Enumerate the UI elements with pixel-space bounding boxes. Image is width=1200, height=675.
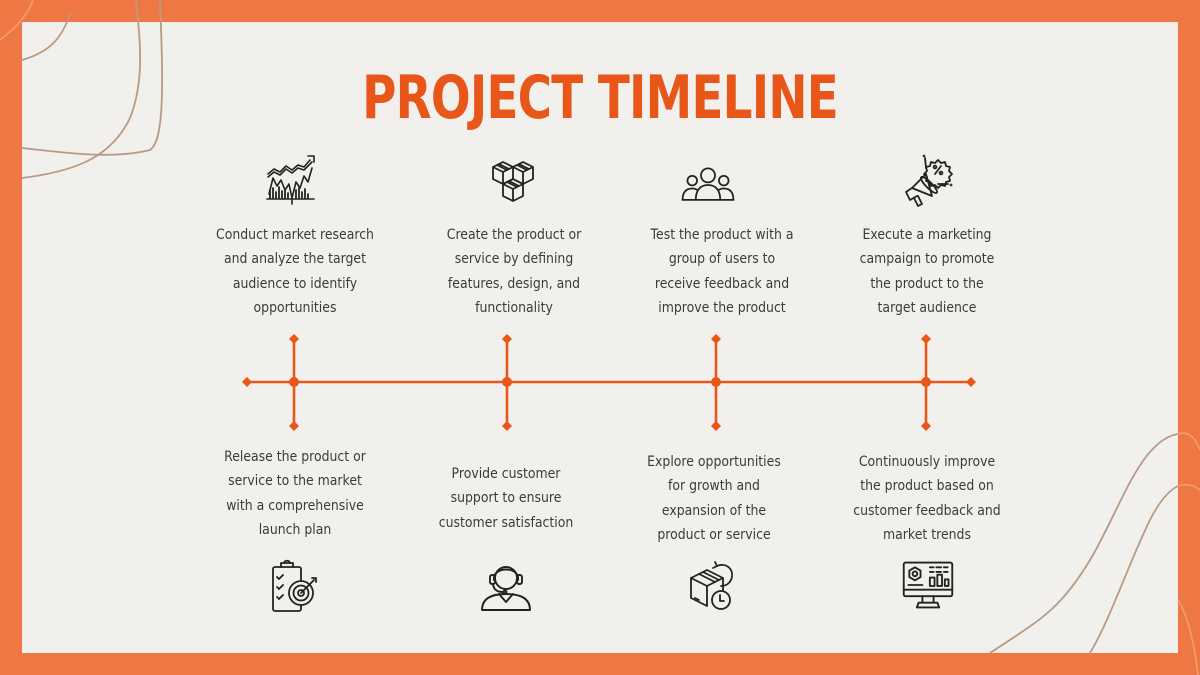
- tick-2-top-diamond: [502, 334, 512, 344]
- step-8-line: the product based on: [860, 478, 994, 495]
- step-8-description: Continuously improve the product based o…: [841, 450, 1013, 548]
- step-1-line: and analyze the target: [224, 251, 366, 268]
- step-7-line: Explore opportunities: [647, 454, 781, 470]
- tick-2-bottom-diamond: [502, 421, 512, 431]
- tick-1-top-diamond: [289, 334, 299, 344]
- step-5-line: service to the market: [228, 473, 362, 490]
- tick-3-bottom-diamond: [711, 421, 721, 431]
- timeline-node-3: [711, 377, 721, 387]
- step-4-line: target audience: [877, 300, 977, 317]
- step-3-line: group of users to: [668, 251, 776, 268]
- step-2-line: features, design, and: [447, 275, 581, 292]
- step-3-line: receive feedback and: [654, 275, 790, 292]
- step-7-line: for growth and: [668, 478, 760, 495]
- user-group-icon: [680, 157, 736, 213]
- step-2-line: service by defining: [454, 251, 574, 268]
- step-1-line: audience to identify: [232, 275, 358, 292]
- step-8-line: customer feedback and: [853, 502, 1001, 519]
- step-5-line: Release the product or: [224, 449, 366, 465]
- step-7-line: expansion of the: [661, 502, 767, 519]
- step-6-line: Provide customer: [451, 466, 561, 482]
- boxes-icon: [487, 155, 543, 211]
- step-7-description: Explore opportunities for growth and exp…: [628, 450, 800, 548]
- timeline-node-1: [289, 377, 299, 387]
- tick-4-top-diamond: [921, 334, 931, 344]
- step-1-line: Conduct market research: [216, 227, 374, 243]
- step-6-description: Provide customer support to ensure custo…: [420, 462, 592, 535]
- step-1-line: opportunities: [253, 300, 337, 317]
- step-3-line: Test the product with a: [650, 227, 794, 243]
- monitor-dashboard-icon: [900, 557, 956, 613]
- timeline-node-4: [921, 377, 931, 387]
- timeline-start-diamond: [242, 377, 252, 387]
- step-5-line: with a comprehensive: [226, 497, 364, 514]
- step-5-description: Release the product or service to the ma…: [209, 445, 381, 543]
- step-2-line: functionality: [475, 300, 553, 317]
- megaphone-discount-icon: [900, 154, 956, 210]
- step-1-description: Conduct market research and analyze the …: [209, 223, 381, 321]
- step-8-line: Continuously improve: [858, 454, 996, 470]
- step-6-line: support to ensure: [450, 490, 562, 507]
- step-4-line: Execute a marketing: [862, 227, 992, 243]
- step-6-line: customer satisfaction: [438, 514, 574, 531]
- tick-1-bottom-diamond: [289, 421, 299, 431]
- timeline-node-2: [502, 377, 512, 387]
- box-growth-clock-icon: [687, 558, 743, 614]
- checklist-target-icon: [268, 559, 324, 615]
- timeline-end-diamond: [966, 377, 976, 387]
- step-5-line: launch plan: [258, 522, 332, 539]
- tick-3-top-diamond: [711, 334, 721, 344]
- step-3-description: Test the product with a group of users t…: [636, 223, 808, 321]
- tick-4-bottom-diamond: [921, 421, 931, 431]
- timeline-axis: [242, 334, 976, 431]
- step-8-line: market trends: [883, 527, 971, 544]
- step-2-line: Create the product or: [446, 227, 582, 243]
- step-2-description: Create the product or service by definin…: [428, 223, 600, 321]
- market-chart-icon: [264, 152, 320, 208]
- step-3-line: improve the product: [658, 300, 786, 317]
- step-4-description: Execute a marketing campaign to promote …: [841, 223, 1013, 321]
- step-4-line: campaign to promote: [859, 251, 995, 268]
- step-4-line: the product to the: [870, 275, 984, 292]
- step-7-line: product or service: [657, 527, 771, 544]
- customer-support-icon: [478, 558, 534, 614]
